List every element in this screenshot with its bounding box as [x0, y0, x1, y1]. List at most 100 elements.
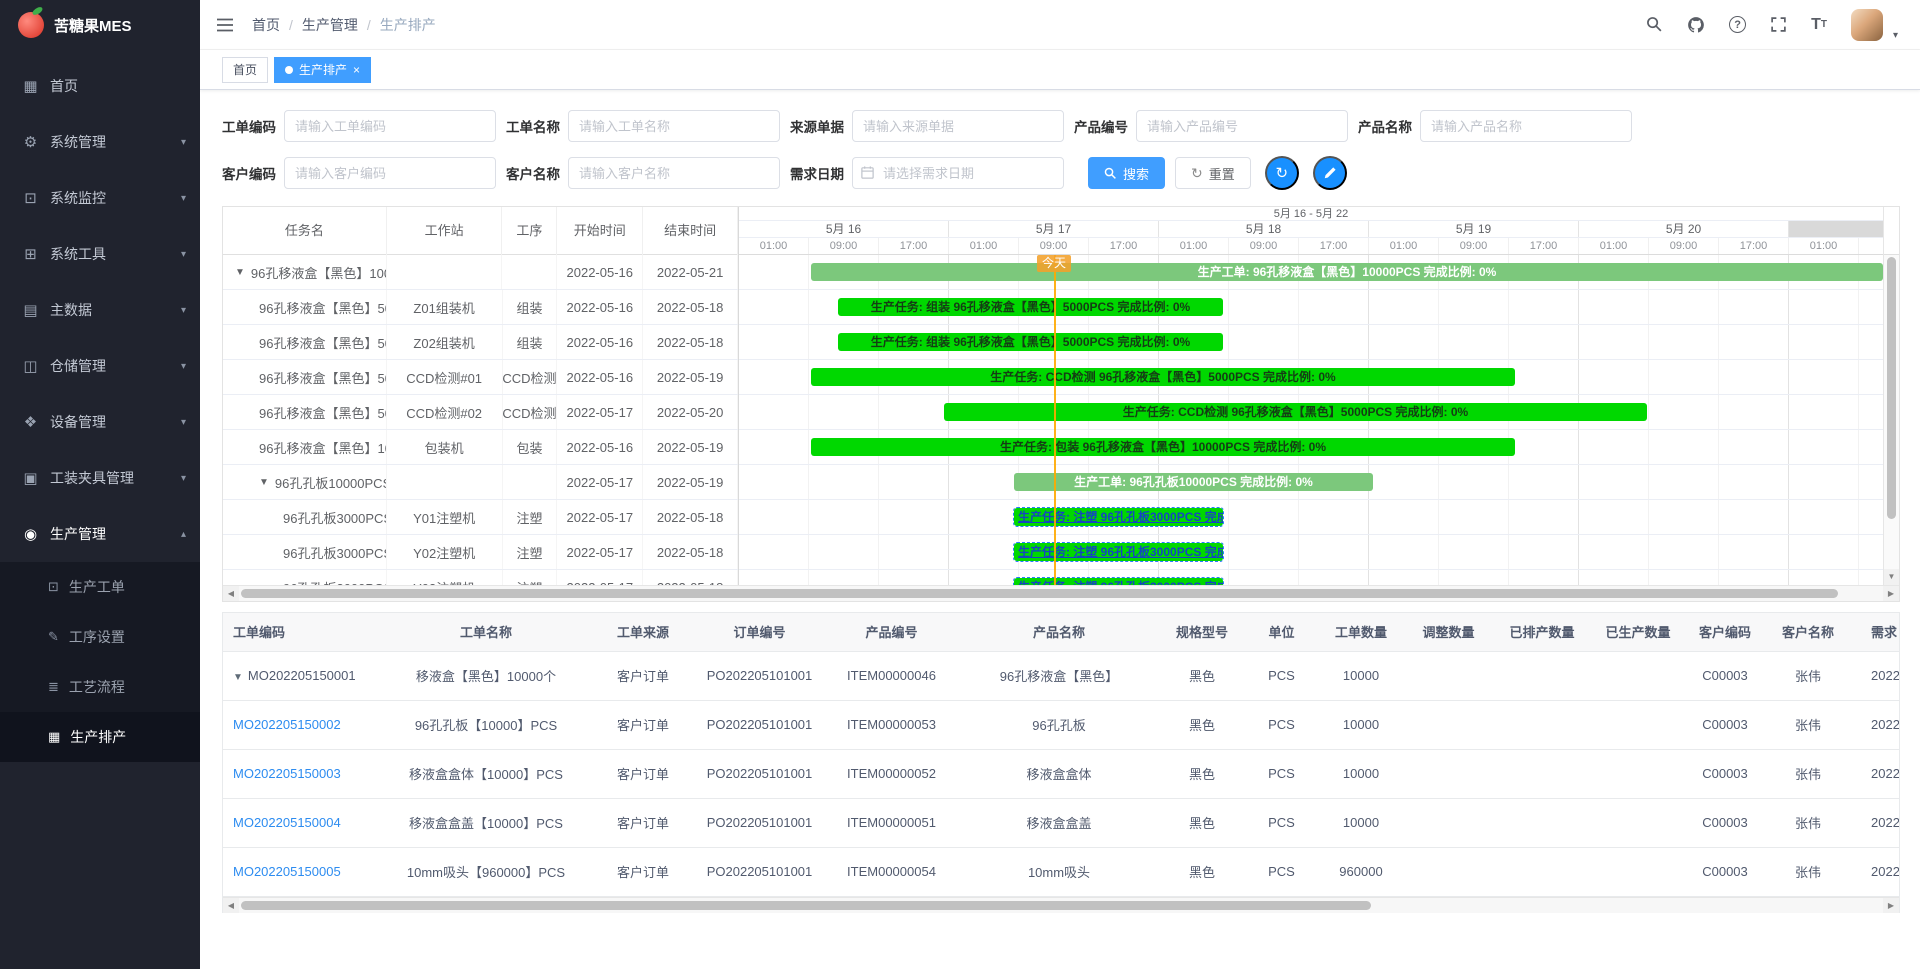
- orders-cell-name: 10mm吸头【960000】PCS: [381, 847, 591, 896]
- gantt-horizontal-scrollbar[interactable]: ◀ ▶: [223, 585, 1899, 601]
- orders-row[interactable]: MO202205150004移液盒盒盖【10000】PCS客户订单PO20220…: [223, 798, 1899, 847]
- product-name-input[interactable]: [1420, 110, 1632, 142]
- gantt-task-row[interactable]: 96孔移液盒【黑色】5000PCSCCD检测#01CCD检测2022-05-16…: [223, 360, 738, 395]
- breadcrumb-item[interactable]: 生产管理: [302, 15, 358, 35]
- work-order-name-input[interactable]: [568, 110, 780, 142]
- edit-button[interactable]: [1313, 156, 1347, 190]
- gantt-cell: 2022-05-17: [557, 465, 643, 499]
- tree-expand-icon[interactable]: ▼: [259, 477, 269, 488]
- work-order-code-link[interactable]: MO202205150005: [233, 864, 341, 879]
- orders-row[interactable]: MO20220515000296孔孔板【10000】PCS客户订单PO20220…: [223, 700, 1899, 749]
- gantt-range-label: 5月 16 - 5月 22: [739, 207, 1883, 221]
- sidebar-item-production[interactable]: ◉生产管理▴: [0, 506, 200, 562]
- avatar[interactable]: [1851, 9, 1883, 41]
- gantt-bar-task[interactable]: 生产任务: CCD检测 96孔移液盒【黑色】5000PCS 完成比例: 0%: [811, 368, 1515, 386]
- table-hscroll-thumb[interactable]: [241, 901, 1371, 910]
- app-logo[interactable]: 苦糖果MES: [0, 0, 200, 50]
- orders-row[interactable]: MO202205150003移液盒盒体【10000】PCS客户订单PO20220…: [223, 749, 1899, 798]
- process-icon: ✎: [48, 629, 59, 645]
- orders-cell-adjust_qty: [1404, 749, 1493, 798]
- fullscreen-icon[interactable]: [1770, 16, 1787, 33]
- sidebar-item-equipment[interactable]: ❖设备管理▾: [0, 394, 200, 450]
- orders-cell-product_name: 96孔孔板: [959, 700, 1159, 749]
- gantt-task-row[interactable]: 96孔移液盒【黑色】5000PCSZ02组装机组装2022-05-162022-…: [223, 325, 738, 360]
- gantt-task-row[interactable]: 96孔移液盒【黑色】10000PCS包装机包装2022-05-162022-05…: [223, 430, 738, 465]
- tree-expand-icon[interactable]: ▼: [235, 267, 245, 278]
- gantt-vertical-scrollbar[interactable]: ▼: [1883, 207, 1899, 585]
- hscroll-left-arrow[interactable]: ◀: [223, 586, 239, 601]
- sidebar-item-fixture[interactable]: ▣工装夹具管理▾: [0, 450, 200, 506]
- sync-button[interactable]: ↻: [1265, 156, 1299, 190]
- customer-code-input[interactable]: [284, 157, 496, 189]
- gantt-bar-task[interactable]: 生产任务: 注塑 96孔孔板3000PCS 完成比例: 0%: [1014, 578, 1223, 585]
- gantt-bar-task[interactable]: 生产任务: CCD检测 96孔移液盒【黑色】5000PCS 完成比例: 0%: [944, 403, 1647, 421]
- gantt-bar-order[interactable]: 生产工单: 96孔孔板10000PCS 完成比例: 0%: [1014, 473, 1373, 491]
- sidebar-item-process-flow[interactable]: ≣工艺流程: [0, 662, 200, 712]
- breadcrumb-item[interactable]: 首页: [252, 15, 280, 35]
- orders-col-header: 调整数量: [1404, 613, 1493, 651]
- table-hscroll-right-arrow[interactable]: ▶: [1883, 898, 1899, 913]
- gantt-bar-task[interactable]: 生产任务: 组装 96孔移液盒【黑色】5000PCS 完成比例: 0%: [838, 298, 1223, 316]
- search-icon[interactable]: [1646, 16, 1663, 33]
- search-button-label: 搜索: [1123, 164, 1149, 183]
- sidebar-item-scheduling[interactable]: ▦生产排产: [0, 712, 200, 762]
- gantt-bar-task[interactable]: 生产任务: 包装 96孔移液盒【黑色】10000PCS 完成比例: 0%: [811, 438, 1515, 456]
- hscroll-thumb[interactable]: [241, 589, 1838, 598]
- gantt-task-row[interactable]: 96孔孔板3000PCSY03注塑机注塑2022-05-172022-05-18: [223, 570, 738, 585]
- avatar-caret-icon[interactable]: ▾: [1893, 30, 1898, 41]
- vscroll-thumb[interactable]: [1887, 257, 1896, 519]
- hscroll-right-arrow[interactable]: ▶: [1883, 586, 1899, 601]
- table-horizontal-scrollbar[interactable]: ◀ ▶: [223, 897, 1899, 913]
- gantt-day-cell: 5月 20: [1579, 221, 1789, 237]
- work-order-code-link[interactable]: MO202205150001: [248, 668, 356, 683]
- sidebar-toggle-icon[interactable]: [216, 17, 234, 33]
- tab-scheduling[interactable]: 生产排产×: [274, 57, 371, 83]
- sidebar-item-system-admin[interactable]: ⚙系统管理▾: [0, 114, 200, 170]
- gantt-task-row[interactable]: 96孔孔板3000PCSY01注塑机注塑2022-05-172022-05-18: [223, 500, 738, 535]
- gantt-bar-task[interactable]: 生产任务: 组装 96孔移液盒【黑色】5000PCS 完成比例: 0%: [838, 333, 1223, 351]
- font-size-icon[interactable]: TT: [1811, 16, 1827, 34]
- gantt-bar-task[interactable]: 生产任务: 注塑 96孔孔板3000PCS 完成比例: 0%: [1014, 543, 1223, 561]
- gantt-task-row[interactable]: ▼96孔孔板10000PCS2022-05-172022-05-19: [223, 465, 738, 500]
- gantt-task-row[interactable]: ▼96孔移液盒【黑色】10000PCS2022-05-162022-05-21: [223, 255, 738, 290]
- gantt-task-row[interactable]: 96孔孔板3000PCSY02注塑机注塑2022-05-172022-05-18: [223, 535, 738, 570]
- help-icon[interactable]: ?: [1729, 16, 1746, 33]
- gantt-cell: [503, 465, 558, 499]
- gantt-cell: 2022-05-16: [557, 360, 643, 394]
- sidebar-item-process-setting[interactable]: ✎工序设置: [0, 612, 200, 662]
- sidebar-item-home[interactable]: ▦首页: [0, 58, 200, 114]
- gantt-bar-task[interactable]: 生产任务: 注塑 96孔孔板3000PCS 完成比例: 0%: [1014, 508, 1223, 526]
- source-doc-input[interactable]: [852, 110, 1064, 142]
- sidebar-item-work-order[interactable]: ⊡生产工单: [0, 562, 200, 612]
- product-code-input[interactable]: [1136, 110, 1348, 142]
- tab-home[interactable]: 首页: [222, 57, 268, 83]
- github-icon[interactable]: [1687, 16, 1705, 34]
- orders-col-header: 已生产数量: [1591, 613, 1685, 651]
- orders-row[interactable]: ▼MO202205150001移液盒【黑色】10000个客户订单PO202205…: [223, 651, 1899, 700]
- row-expand-icon[interactable]: ▼: [233, 672, 243, 683]
- orders-row[interactable]: MO20220515000510mm吸头【960000】PCS客户订单PO202…: [223, 847, 1899, 896]
- gantt-cell: 2022-05-21: [643, 255, 738, 289]
- vscroll-down-arrow[interactable]: ▼: [1884, 569, 1899, 585]
- reset-button[interactable]: ↻重置: [1175, 157, 1251, 189]
- customer-name-input[interactable]: [568, 157, 780, 189]
- sidebar-item-system-tools[interactable]: ⊞系统工具▾: [0, 226, 200, 282]
- gantt-task-row[interactable]: 96孔移液盒【黑色】5000PCSCCD检测#02CCD检测2022-05-17…: [223, 395, 738, 430]
- sidebar-item-master-data[interactable]: ▤主数据▾: [0, 282, 200, 338]
- search-button[interactable]: 搜索: [1088, 157, 1165, 189]
- orders-cell-spec: 黑色: [1159, 798, 1245, 847]
- work-order-code-link[interactable]: MO202205150004: [233, 815, 341, 830]
- gantt-task-row[interactable]: 96孔移液盒【黑色】5000PCSZ01组装机组装2022-05-162022-…: [223, 290, 738, 325]
- work-order-code-link[interactable]: MO202205150002: [233, 717, 341, 732]
- sidebar-item-warehouse[interactable]: ◫仓储管理▾: [0, 338, 200, 394]
- close-tab-icon[interactable]: ×: [353, 63, 360, 77]
- work-order-code-input[interactable]: [284, 110, 496, 142]
- demand-date-input[interactable]: [852, 157, 1064, 189]
- table-hscroll-left-arrow[interactable]: ◀: [223, 898, 239, 913]
- vscroll-track[interactable]: [1884, 255, 1899, 569]
- sidebar-item-system-monitor[interactable]: ⊡系统监控▾: [0, 170, 200, 226]
- question-mark: ?: [1729, 16, 1746, 33]
- work-order-code-link[interactable]: MO202205150003: [233, 766, 341, 781]
- gantt-bar-order[interactable]: 生产工单: 96孔移液盒【黑色】10000PCS 完成比例: 0%: [811, 263, 1883, 281]
- orders-cell-order_no: PO202205101001: [695, 700, 824, 749]
